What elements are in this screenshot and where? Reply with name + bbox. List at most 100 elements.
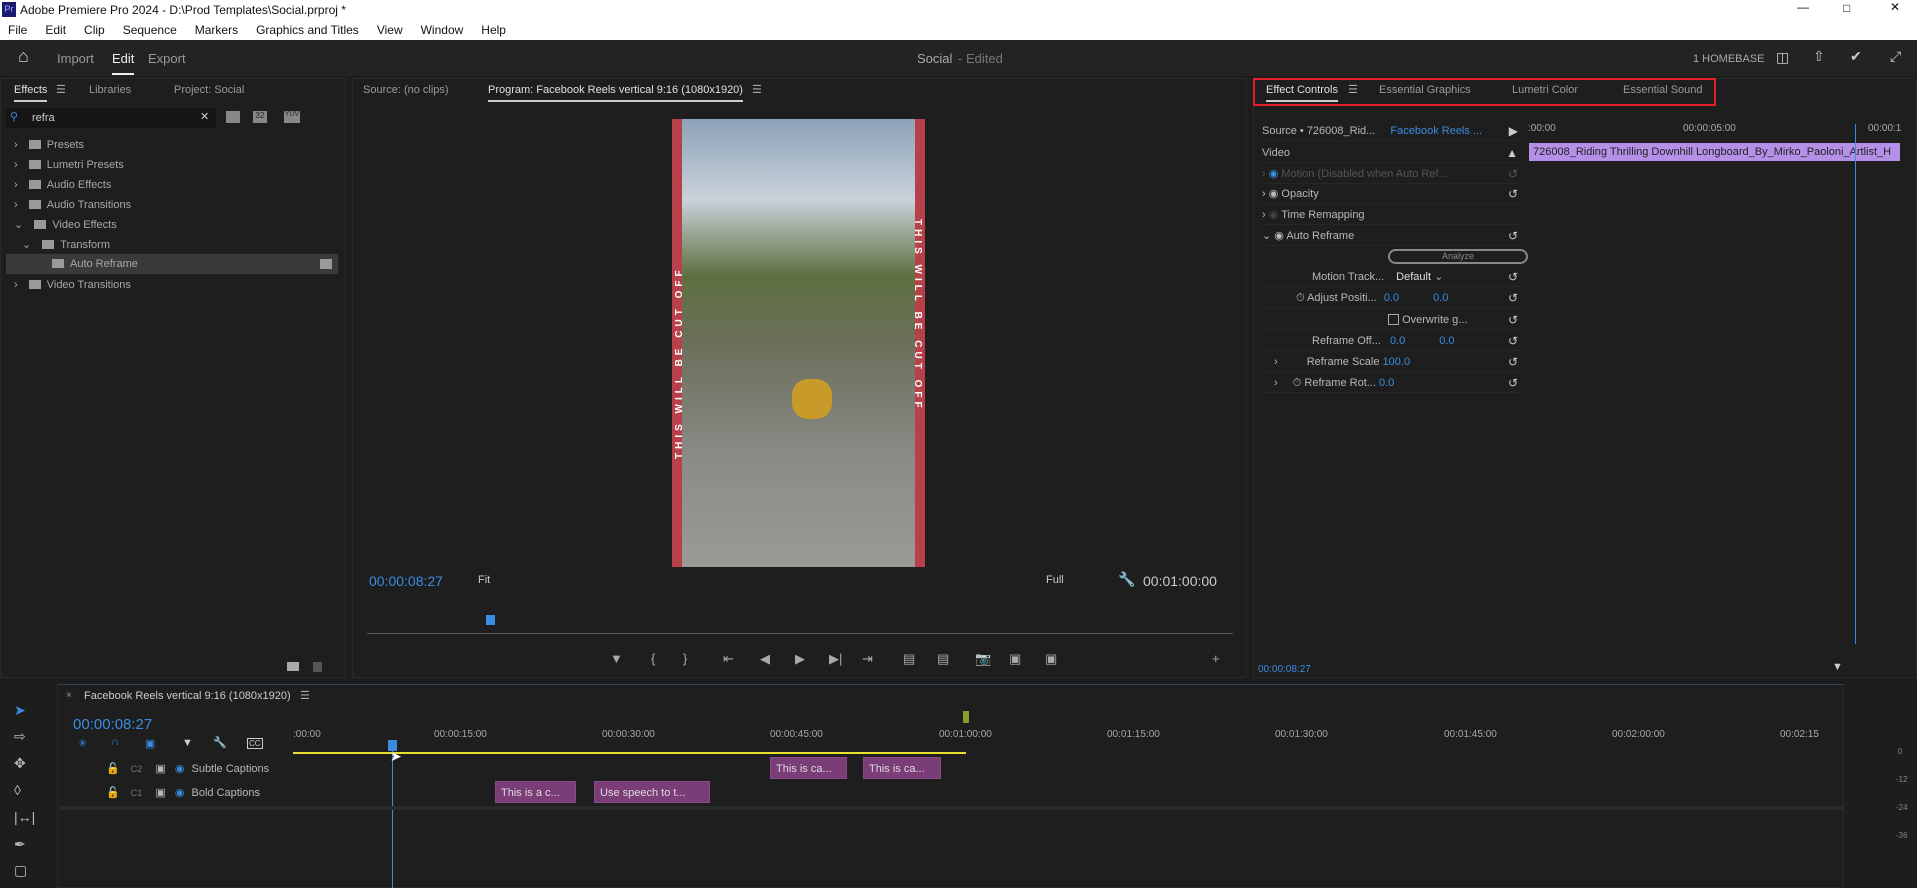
reset-icon[interactable]: ↺ (1508, 184, 1518, 204)
eye-icon[interactable]: ◉ (175, 763, 185, 775)
menu-graphics[interactable]: Graphics and Titles (256, 23, 359, 37)
reset-icon[interactable]: ↺ (1508, 352, 1518, 372)
export-tab[interactable]: Export (148, 51, 186, 66)
eye-icon[interactable]: ◉ (1274, 230, 1284, 242)
lock-icon[interactable]: 🔓 (106, 763, 120, 775)
ec-clip-bar[interactable]: 726008_Riding Thrilling Downhill Longboa… (1529, 143, 1900, 161)
ripple-edit-icon[interactable]: ✥ (14, 755, 26, 772)
overwrite-checkbox[interactable] (1388, 314, 1399, 325)
delete-icon[interactable] (313, 662, 322, 672)
menu-sequence[interactable]: Sequence (123, 23, 177, 37)
collapse-icon[interactable]: ▲ (1506, 143, 1518, 163)
quality-dropdown[interactable]: Full (1046, 574, 1102, 586)
export-frame-button[interactable]: 📷 (975, 651, 991, 667)
timeline-timecode[interactable]: 00:00:08:27 (73, 716, 152, 733)
menu-help[interactable]: Help (481, 23, 506, 37)
reset-icon[interactable]: ↺ (1508, 164, 1518, 184)
linked-selection-icon[interactable]: ∩ (111, 736, 119, 748)
close-sequence-icon[interactable]: × (66, 690, 72, 701)
menu-markers[interactable]: Markers (195, 23, 238, 37)
pen-icon[interactable]: ✒ (14, 836, 26, 853)
check-icon[interactable]: ✔ (1850, 48, 1862, 65)
panel-menu-icon[interactable]: ☰ (300, 689, 310, 702)
stopwatch-icon[interactable]: ⏱ (1293, 377, 1302, 389)
accelerated-filter-icon[interactable] (226, 111, 240, 123)
sequence-title[interactable]: Facebook Reels vertical 9:16 (1080x1920) (84, 690, 291, 702)
close-button[interactable]: ✕ (1890, 0, 1900, 14)
reset-icon[interactable]: ↺ (1508, 373, 1518, 393)
auto-reframe-row[interactable]: ⌄ ◉ Auto Reframe ↺ (1262, 226, 1524, 246)
menu-file[interactable]: File (8, 23, 27, 37)
new-bin-icon[interactable] (287, 662, 299, 671)
search-input[interactable]: ⚲ refra ✕ (6, 108, 216, 128)
caption-clip[interactable]: This is a c... (495, 781, 576, 803)
captions-icon[interactable]: CC (247, 738, 263, 749)
program-timecode[interactable]: 00:00:08:27 (369, 573, 443, 589)
32bit-filter-icon[interactable]: 32 (253, 111, 267, 123)
add-button[interactable]: + (1212, 651, 1220, 666)
tree-transform[interactable]: ⌄ Transform (22, 235, 110, 255)
offset-y-value[interactable]: 0.0 (1439, 335, 1454, 347)
menu-view[interactable]: View (377, 23, 403, 37)
tab-effect-controls[interactable]: Effect Controls (1266, 84, 1338, 102)
play-button[interactable]: ▶ (795, 651, 805, 667)
slip-icon[interactable]: |↔| (14, 809, 35, 825)
clear-search-icon[interactable]: ✕ (200, 110, 209, 123)
proxy-button[interactable]: ▣ (1045, 651, 1057, 667)
adjust-x-value[interactable]: 0.0 (1384, 292, 1399, 304)
tree-video-transitions[interactable]: › Video Transitions (14, 275, 131, 295)
rotation-value[interactable]: 0.0 (1379, 377, 1394, 389)
eye-icon[interactable]: ◉ (175, 787, 185, 799)
time-remapping-row[interactable]: › ◉ Time Remapping (1262, 205, 1524, 225)
marker-icon[interactable]: ▼ (182, 737, 193, 749)
caption-clip[interactable]: This is ca... (770, 757, 847, 779)
home-icon[interactable]: ⌂ (18, 46, 29, 67)
tab-project[interactable]: Project: Social (174, 84, 244, 96)
snap-icon[interactable]: ✳ (78, 737, 87, 750)
panel-menu-icon[interactable]: ☰ (752, 83, 762, 96)
toggle-output-icon[interactable]: ▣ (155, 787, 165, 799)
tree-auto-reframe[interactable]: Auto Reframe (6, 254, 338, 274)
mark-in-button[interactable]: { (651, 651, 655, 666)
reset-icon[interactable]: ↺ (1508, 331, 1518, 351)
program-scrubber[interactable] (367, 633, 1233, 634)
tab-lumetri-color[interactable]: Lumetri Color (1512, 84, 1578, 96)
filter-icon[interactable]: ▼ (1832, 661, 1843, 673)
selection-tool-icon[interactable]: ➤ (14, 702, 26, 719)
add-marker-button[interactable]: ▼ (610, 651, 623, 666)
menu-edit[interactable]: Edit (45, 23, 66, 37)
razor-icon[interactable]: ◊ (14, 782, 21, 798)
tab-essential-graphics[interactable]: Essential Graphics (1379, 84, 1471, 96)
menu-window[interactable]: Window (421, 23, 464, 37)
step-forward-button[interactable]: ▶| (829, 651, 842, 667)
eye-off-icon[interactable]: ◉ (1269, 168, 1279, 180)
tab-effects[interactable]: Effects (14, 84, 48, 102)
sequence-dropdown[interactable]: Facebook Reels ... (1390, 125, 1482, 137)
wrench-icon[interactable]: 🔧 (1118, 571, 1135, 588)
motion-row[interactable]: › ◉ Motion (Disabled when Auto Ref... ↺ (1262, 164, 1524, 184)
playhead-marker[interactable] (486, 615, 495, 625)
add-marker-icon[interactable]: ▣ (145, 737, 155, 750)
caption-clip[interactable]: Use speech to t... (594, 781, 710, 803)
lift-button[interactable]: ▤ (903, 651, 915, 667)
timeline-playhead[interactable] (392, 750, 393, 888)
maximize-button[interactable]: □ (1843, 1, 1850, 15)
panel-icon[interactable]: ◫ (1776, 49, 1789, 66)
share-icon[interactable]: ⇧ (1813, 48, 1825, 65)
settings-wrench-icon[interactable]: 🔧 (213, 736, 227, 749)
rectangle-icon[interactable]: ▢ (14, 862, 27, 879)
tree-lumetri-presets[interactable]: › Lumetri Presets (14, 155, 124, 175)
go-to-in-button[interactable]: ⇤ (723, 651, 734, 667)
offset-x-value[interactable]: 0.0 (1390, 335, 1405, 347)
tree-audio-transitions[interactable]: › Audio Transitions (14, 195, 131, 215)
analyze-button[interactable]: Analyze (1388, 249, 1528, 264)
step-back-button[interactable]: ◀ (760, 651, 770, 667)
motion-track-dropdown[interactable]: Default (1396, 271, 1431, 283)
fit-dropdown[interactable]: Fit (478, 574, 534, 586)
caption-clip[interactable]: This is ca... (863, 757, 941, 779)
import-tab[interactable]: Import (57, 51, 94, 66)
panel-menu-icon[interactable]: ☰ (56, 83, 66, 96)
yuv-filter-icon[interactable]: YUV (284, 111, 300, 123)
reset-icon[interactable]: ↺ (1508, 267, 1518, 287)
lock-icon[interactable]: 🔓 (106, 787, 120, 799)
